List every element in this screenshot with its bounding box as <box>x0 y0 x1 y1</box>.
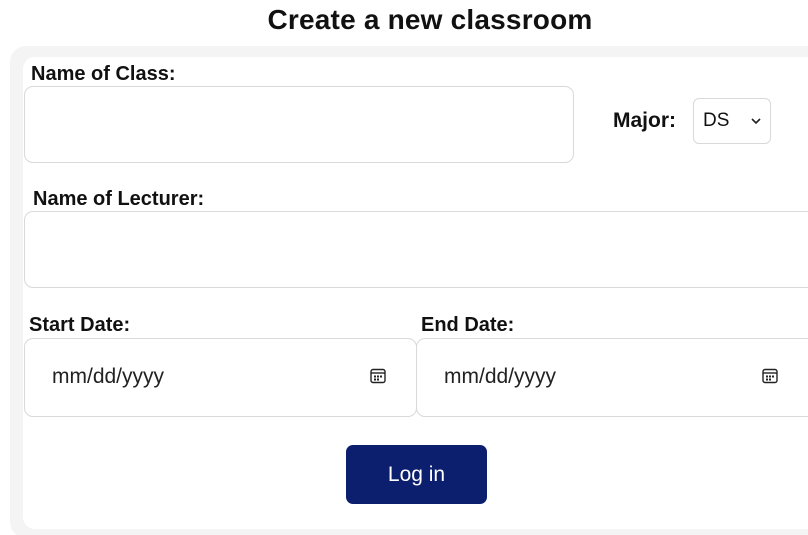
lecturer-name-field[interactable] <box>24 211 808 288</box>
major-label: Major: <box>613 109 676 132</box>
class-name-input[interactable] <box>25 87 573 162</box>
class-name-label: Name of Class: <box>31 63 176 85</box>
class-name-field[interactable] <box>24 86 574 163</box>
major-selected-value: DS <box>703 110 730 131</box>
end-date-placeholder: mm/dd/yyyy <box>444 365 557 388</box>
start-date-label: Start Date: <box>29 314 131 336</box>
lecturer-name-input[interactable] <box>25 212 808 287</box>
end-date-field[interactable]: mm/dd/yyyy <box>416 338 808 417</box>
start-date-placeholder: mm/dd/yyyy <box>52 365 165 388</box>
create-classroom-page: Create a new classroom Name of Class: Ma… <box>0 0 808 535</box>
chevron-down-icon <box>751 118 761 125</box>
end-date-label: End Date: <box>421 314 515 336</box>
start-date-field[interactable]: mm/dd/yyyy <box>24 338 417 417</box>
lecturer-name-label: Name of Lecturer: <box>33 188 205 210</box>
calendar-icon[interactable] <box>762 367 778 384</box>
calendar-icon[interactable] <box>370 367 386 384</box>
login-button[interactable]: Log in <box>346 445 487 504</box>
page-title: Create a new classroom <box>267 4 593 35</box>
major-select[interactable]: DS <box>693 98 771 144</box>
